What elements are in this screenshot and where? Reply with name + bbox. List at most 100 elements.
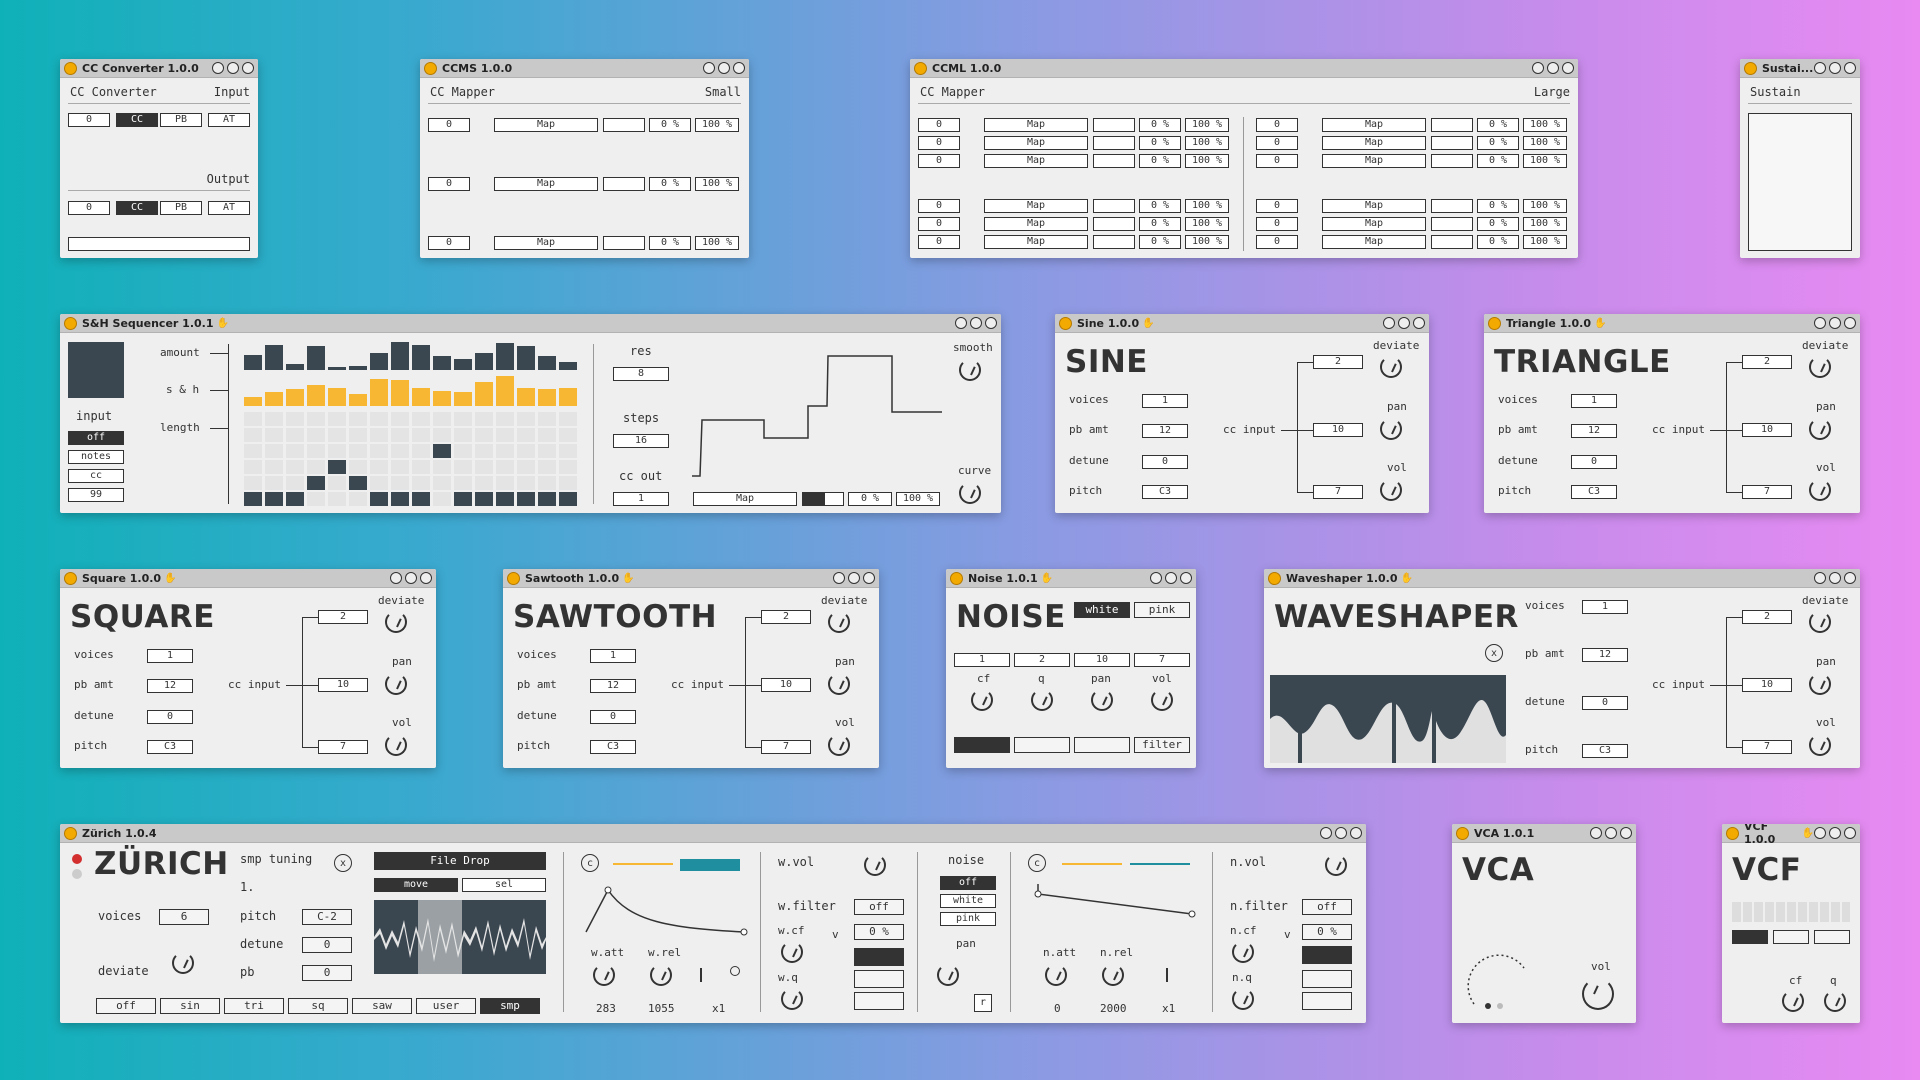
max-field[interactable]: 100 % bbox=[1185, 118, 1229, 132]
sh-bar[interactable] bbox=[559, 388, 577, 406]
vol-knob[interactable] bbox=[1809, 734, 1831, 756]
length-cell[interactable] bbox=[328, 460, 346, 474]
wave-tri[interactable]: tri bbox=[224, 998, 284, 1014]
save-icon[interactable] bbox=[863, 572, 875, 584]
map-button[interactable]: Map bbox=[984, 235, 1088, 249]
vol-knob[interactable] bbox=[1809, 479, 1831, 501]
min-field[interactable]: 0 % bbox=[1139, 217, 1181, 231]
max-field[interactable]: 100 % bbox=[1523, 217, 1567, 231]
length-cell[interactable] bbox=[412, 428, 430, 442]
detune-field[interactable]: 0 bbox=[147, 710, 193, 724]
length-cell[interactable] bbox=[496, 460, 514, 474]
length-cell[interactable] bbox=[244, 428, 262, 442]
device-power-icon[interactable] bbox=[424, 61, 437, 75]
w-lowpass-icon[interactable] bbox=[854, 948, 904, 966]
smooth-knob[interactable] bbox=[959, 359, 981, 381]
amount-bar[interactable] bbox=[454, 359, 472, 370]
length-cell[interactable] bbox=[286, 492, 304, 506]
length-cell[interactable] bbox=[307, 412, 325, 426]
length-cell[interactable] bbox=[328, 412, 346, 426]
sh-bar[interactable] bbox=[433, 391, 451, 406]
title-bar[interactable]: CCMS 1.0.0 bbox=[420, 59, 749, 78]
save-icon[interactable] bbox=[1180, 572, 1192, 584]
pb-amt-field[interactable]: 12 bbox=[1142, 424, 1188, 438]
title-bar[interactable]: CCML 1.0.0 bbox=[910, 59, 1578, 78]
noise-white[interactable]: white bbox=[940, 894, 996, 908]
settings-icon[interactable] bbox=[718, 62, 730, 74]
min-field[interactable]: 0 % bbox=[649, 177, 691, 191]
length-cell[interactable] bbox=[454, 428, 472, 442]
amount-bar[interactable] bbox=[370, 353, 388, 370]
pan-cc-field[interactable]: 10 bbox=[1742, 423, 1792, 437]
sh-bar[interactable] bbox=[517, 388, 535, 406]
length-cell[interactable] bbox=[517, 460, 535, 474]
pan-knob[interactable] bbox=[385, 673, 407, 695]
vol-cc-field[interactable]: 7 bbox=[761, 740, 811, 754]
map-button[interactable]: Map bbox=[1322, 154, 1426, 168]
length-cell[interactable] bbox=[475, 460, 493, 474]
target-field[interactable] bbox=[1431, 235, 1473, 249]
device-power-icon[interactable] bbox=[507, 571, 520, 585]
map-button[interactable]: Map bbox=[494, 177, 598, 191]
max-field[interactable]: 100 % bbox=[695, 236, 739, 250]
length-cell[interactable] bbox=[496, 476, 514, 490]
length-cell[interactable] bbox=[559, 428, 577, 442]
min-field[interactable]: 0 % bbox=[1477, 217, 1519, 231]
wave-envelope[interactable] bbox=[580, 882, 750, 938]
settings-icon[interactable] bbox=[1165, 572, 1177, 584]
amount-bar[interactable] bbox=[433, 356, 451, 370]
save-icon[interactable] bbox=[1844, 62, 1856, 74]
cc-out-field[interactable]: 1 bbox=[613, 492, 669, 506]
length-cell[interactable] bbox=[265, 428, 283, 442]
amount-bar[interactable] bbox=[349, 366, 367, 370]
length-cell[interactable] bbox=[412, 444, 430, 458]
length-cell[interactable] bbox=[370, 444, 388, 458]
title-bar[interactable]: S&H Sequencer 1.0.1 ✋ bbox=[60, 314, 1001, 333]
pink-button[interactable]: pink bbox=[1134, 602, 1190, 618]
loop-toggle-icon[interactable] bbox=[730, 966, 740, 976]
length-cell[interactable] bbox=[538, 460, 556, 474]
w-bandpass-icon[interactable] bbox=[854, 970, 904, 988]
length-cell[interactable] bbox=[412, 412, 430, 426]
map-button[interactable]: Map bbox=[1322, 199, 1426, 213]
w-cf-knob[interactable] bbox=[781, 941, 803, 963]
length-cell[interactable] bbox=[391, 428, 409, 442]
vol-cc-field[interactable]: 7 bbox=[318, 740, 368, 754]
sh-bar[interactable] bbox=[412, 388, 430, 406]
n-lowpass-icon[interactable] bbox=[1302, 946, 1352, 964]
fold-icon[interactable] bbox=[833, 572, 845, 584]
fold-icon[interactable] bbox=[1590, 827, 1602, 839]
max-field[interactable]: 100 % bbox=[1523, 118, 1567, 132]
voices-field[interactable]: 1 bbox=[590, 649, 636, 663]
output-mode-cc[interactable]: CC bbox=[116, 201, 158, 215]
pb-amt-field[interactable]: 12 bbox=[590, 679, 636, 693]
amount-bar[interactable] bbox=[538, 356, 556, 370]
length-cell[interactable] bbox=[517, 444, 535, 458]
amount-bar[interactable] bbox=[496, 343, 514, 370]
amount-bar[interactable] bbox=[517, 346, 535, 370]
pan-cc-field[interactable]: 10 bbox=[318, 678, 368, 692]
fold-icon[interactable] bbox=[1150, 572, 1162, 584]
device-power-icon[interactable] bbox=[64, 61, 77, 75]
length-cell[interactable] bbox=[496, 492, 514, 506]
length-cell[interactable] bbox=[370, 476, 388, 490]
length-cell[interactable] bbox=[538, 492, 556, 506]
settings-icon[interactable] bbox=[227, 62, 239, 74]
device-power-icon[interactable] bbox=[1059, 316, 1072, 330]
settings-icon[interactable] bbox=[1605, 827, 1617, 839]
w-filter-field[interactable]: off bbox=[854, 899, 904, 915]
fold-icon[interactable] bbox=[212, 62, 224, 74]
length-cell[interactable] bbox=[538, 476, 556, 490]
target-field[interactable] bbox=[1093, 217, 1135, 231]
input-mode-pb[interactable]: PB bbox=[160, 113, 202, 127]
input-mode-cc[interactable]: CC bbox=[116, 113, 158, 127]
settings-icon[interactable] bbox=[1829, 827, 1841, 839]
min-field[interactable]: 0 % bbox=[1477, 136, 1519, 150]
min-field[interactable]: 0 % bbox=[1477, 235, 1519, 249]
target-field[interactable] bbox=[1093, 136, 1135, 150]
map-button[interactable]: Map bbox=[984, 118, 1088, 132]
device-power-icon[interactable] bbox=[64, 571, 77, 585]
cc-number[interactable]: 0 bbox=[918, 118, 960, 132]
pan-knob[interactable] bbox=[1091, 689, 1113, 711]
length-cell[interactable] bbox=[370, 460, 388, 474]
